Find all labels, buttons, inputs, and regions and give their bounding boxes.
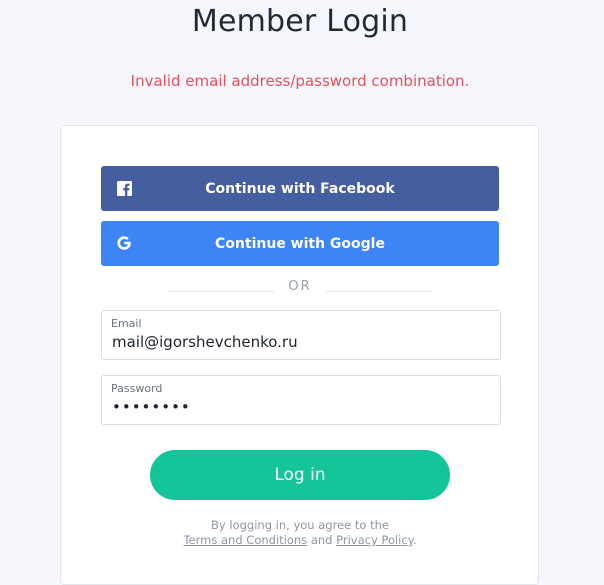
google-icon — [116, 235, 132, 251]
page-title: Member Login — [191, 4, 409, 39]
email-label: Email — [111, 317, 142, 330]
terms-prefix: By logging in, you agree to the — [211, 518, 389, 532]
terms-and: and — [310, 533, 333, 547]
divider-line-right — [326, 291, 432, 292]
facebook-login-button[interactable]: Continue with Facebook — [101, 166, 499, 211]
privacy-link[interactable]: Privacy Policy — [336, 533, 413, 547]
terms-link[interactable]: Terms and Conditions — [183, 533, 307, 547]
error-message: Invalid email address/password combinati… — [130, 72, 470, 90]
terms-notice: By logging in, you agree to the Terms an… — [101, 518, 499, 548]
password-label: Password — [111, 382, 163, 395]
or-divider: OR — [168, 278, 432, 296]
google-login-label: Continue with Google — [215, 235, 385, 252]
google-login-button[interactable]: Continue with Google — [101, 221, 499, 266]
facebook-icon — [116, 180, 132, 196]
facebook-login-label: Continue with Facebook — [205, 180, 395, 197]
password-field[interactable]: Password •••••••• — [101, 375, 501, 425]
email-field[interactable]: Email mail@igorshevchenko.ru — [101, 310, 501, 360]
login-card: Continue with Facebook Continue with Goo… — [60, 125, 539, 585]
terms-suffix: . — [412, 533, 417, 547]
password-input[interactable]: •••••••• — [112, 398, 191, 416]
login-button[interactable]: Log in — [150, 450, 450, 500]
email-input[interactable]: mail@igorshevchenko.ru — [112, 333, 298, 351]
